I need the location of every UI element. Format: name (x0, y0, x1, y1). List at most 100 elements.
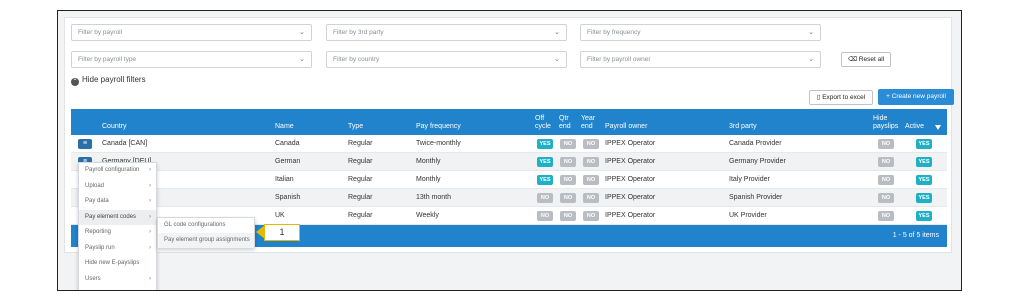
filter-payroll-placeholder: Filter by payroll (78, 29, 123, 36)
filter-3rd-party-select[interactable]: Filter by 3rd party ⌄ (326, 24, 567, 41)
off-cycle-badge: YES (537, 139, 553, 149)
export-excel-label: Export to excel (822, 94, 866, 101)
chevron-right-icon: › (149, 182, 151, 189)
menu-item-payroll-configuration[interactable]: Payroll configuration › (79, 163, 156, 179)
cell-type: Regular (348, 158, 373, 165)
table-row[interactable]: Italian Regular Monthly YES NO NO IPPEX … (71, 171, 947, 189)
col-pay-frequency[interactable]: Pay frequency (416, 123, 461, 131)
filter-payroll-type-select[interactable]: Filter by payroll type ⌄ (71, 51, 312, 68)
submenu-item-gl-code-configurations[interactable]: GL code configurations (158, 218, 254, 233)
year-end-badge: NO (583, 175, 599, 185)
create-payroll-label: + Create new payroll (886, 93, 946, 100)
hide-payslips-badge: NO (878, 139, 894, 149)
col-type[interactable]: Type (348, 123, 363, 131)
chevron-right-icon: › (149, 275, 151, 282)
cell-3rd-party: Germany Provider (729, 158, 786, 165)
menu-item-reporting[interactable]: Reporting › (79, 225, 156, 241)
table-row[interactable]: Spanish Regular 13th month NO NO NO IPPE… (71, 189, 947, 207)
chevron-right-icon: › (149, 244, 151, 251)
hide-payslips-badge: NO (878, 193, 894, 203)
filter-payroll-owner-select[interactable]: Filter by payroll owner ⌄ (580, 51, 821, 68)
cell-frequency: Twice-monthly (416, 140, 461, 147)
reset-all-label: Reset all (858, 56, 885, 63)
row-context-menu: Payroll configuration › Upload › Pay data ›… (78, 162, 157, 290)
submenu-item-pay-element-group-assignments[interactable]: Pay element group assignments (158, 233, 254, 248)
filter-icon[interactable] (935, 125, 941, 130)
cell-owner: IPPEX Operator (605, 194, 656, 201)
col-year-end[interactable]: Year end (581, 115, 601, 131)
year-end-badge: NO (583, 193, 599, 203)
cell-owner: IPPEX Operator (605, 176, 656, 183)
filter-country-placeholder: Filter by country (333, 56, 380, 63)
chevron-down-icon: ⌄ (808, 29, 814, 36)
menu-item-payslip-run[interactable]: Payslip run › (79, 241, 156, 257)
cell-frequency: Monthly (416, 158, 441, 165)
cell-frequency: 13th month (416, 194, 452, 201)
callout-number: 1 (264, 224, 300, 241)
col-hide-payslips[interactable]: Hide payslips (873, 115, 903, 131)
col-off-cycle[interactable]: Off cycle (535, 115, 555, 131)
chevron-down-icon: ⌄ (299, 29, 305, 36)
menu-item-label: Upload (85, 182, 105, 189)
cell-3rd-party: Spanish Provider (729, 194, 783, 201)
menu-item-hide-new-e-payslips[interactable]: Hide new E-payslips (79, 256, 156, 272)
row-menu-button[interactable]: ≡ (78, 139, 92, 149)
year-end-badge: NO (583, 139, 599, 149)
qtr-end-badge: NO (560, 193, 576, 203)
menu-item-label: Pay element codes (85, 213, 137, 220)
qtr-end-badge: NO (560, 175, 576, 185)
chevron-down-icon: ⌄ (554, 29, 560, 36)
table-row[interactable]: ≡ Germany [DEU] German Regular Monthly Y… (71, 153, 947, 171)
col-active[interactable]: Active (905, 123, 924, 131)
cell-owner: IPPEX Operator (605, 140, 656, 147)
filter-3rd-party-placeholder: Filter by 3rd party (333, 29, 384, 36)
table-row[interactable]: ≡ Canada [CAN] Canada Regular Twice-mont… (71, 135, 947, 153)
cell-3rd-party: Canada Provider (729, 140, 782, 147)
menu-item-label: Reporting (85, 229, 112, 235)
file-icon: ▯ (816, 94, 821, 101)
hide-filters-toggle[interactable]: ⌃ Hide payroll filters (71, 75, 146, 86)
hide-payslips-badge: NO (878, 211, 894, 221)
off-cycle-badge: YES (537, 157, 553, 167)
reset-all-button[interactable]: ⌫ Reset all (841, 52, 891, 67)
year-end-badge: NO (583, 211, 599, 221)
step-callout: 1 (256, 224, 300, 241)
active-badge: YES (916, 211, 932, 221)
cell-frequency: Weekly (416, 212, 439, 219)
col-3rd-party[interactable]: 3rd party (729, 123, 757, 131)
screenshot-frame: Filter by payroll ⌄ Filter by 3rd party ⌄ … (57, 10, 962, 291)
filter-frequency-placeholder: Filter by frequency (587, 29, 641, 36)
cell-frequency: Monthly (416, 176, 441, 183)
filter-payroll-select[interactable]: Filter by payroll ⌄ (71, 24, 312, 41)
cell-type: Regular (348, 212, 373, 219)
hide-filters-label: Hide payroll filters (82, 75, 146, 84)
menu-item-pay-element-codes[interactable]: Pay element codes › (79, 209, 156, 225)
cell-country: Canada [CAN] (102, 140, 148, 147)
chevron-up-circle-icon: ⌃ (71, 78, 79, 86)
chevron-right-icon: › (149, 229, 151, 235)
year-end-badge: NO (583, 157, 599, 167)
chevron-right-icon: › (149, 198, 151, 204)
off-cycle-badge: YES (537, 175, 553, 185)
menu-item-users[interactable]: Users › (79, 272, 156, 288)
menu-item-pay-data[interactable]: Pay data › (79, 194, 156, 210)
col-qtr-end[interactable]: Qtr end (559, 115, 577, 131)
export-excel-button[interactable]: ▯ Export to excel (809, 90, 873, 105)
cell-type: Regular (348, 194, 373, 201)
menu-item-label: Payslip run (85, 244, 115, 251)
col-payroll-owner[interactable]: Payroll owner (605, 123, 647, 131)
filter-payroll-owner-placeholder: Filter by payroll owner (587, 56, 651, 63)
filter-payroll-type-placeholder: Filter by payroll type (78, 56, 137, 63)
cell-type: Regular (348, 140, 373, 147)
active-badge: YES (916, 193, 932, 203)
menu-item-upload[interactable]: Upload › (79, 179, 156, 195)
cell-name: Spanish (275, 194, 301, 201)
filter-frequency-select[interactable]: Filter by frequency ⌄ (580, 24, 821, 41)
col-name[interactable]: Name (275, 123, 294, 131)
filter-country-select[interactable]: Filter by country ⌄ (326, 51, 567, 68)
cell-owner: IPPEX Operator (605, 158, 656, 165)
off-cycle-badge: NO (537, 211, 553, 221)
col-country[interactable]: Country (102, 123, 127, 131)
cell-name: Canada (275, 140, 300, 147)
create-payroll-button[interactable]: + Create new payroll (878, 89, 954, 105)
